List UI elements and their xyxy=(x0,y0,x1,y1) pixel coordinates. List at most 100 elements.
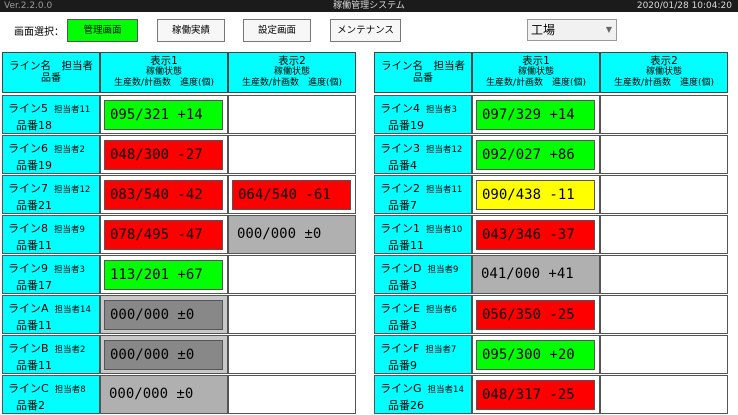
status-value: 064/540 -61 xyxy=(232,180,351,210)
display1-cell[interactable]: 113/201 +67 xyxy=(100,255,228,294)
manager-name: 担当者3 xyxy=(54,265,85,275)
line-name-row: ラインB 担当者2 xyxy=(8,340,85,356)
manager-name: 担当者2 xyxy=(54,345,86,355)
status-value: 092/027 +86 xyxy=(476,140,595,170)
display2-cell[interactable] xyxy=(600,135,728,174)
status-value: 048/300 -27 xyxy=(104,140,223,170)
line-name: ライン5 xyxy=(8,102,48,115)
header-name: ライン名 担当者 品番 xyxy=(2,52,100,93)
line-name-cell[interactable]: ラインE 担当者6 品番3 xyxy=(374,295,472,334)
header-display2-l1: 表示2 xyxy=(278,55,306,67)
display2-cell[interactable] xyxy=(600,295,728,334)
line-name-cell[interactable]: ライン1 担当者10 品番11 xyxy=(374,215,472,254)
line-name-cell[interactable]: ライン4 担当者3 品番19 xyxy=(374,95,472,134)
display2-cell[interactable] xyxy=(228,95,356,134)
display2-cell[interactable] xyxy=(228,295,356,334)
display2-cell[interactable] xyxy=(228,255,356,294)
display1-cell[interactable]: 048/300 -27 xyxy=(100,135,228,174)
status-value: 113/201 +67 xyxy=(104,260,223,290)
product-number: 品番11 xyxy=(16,359,52,372)
line-name-cell[interactable]: ラインC 担当者8 品番2 xyxy=(2,375,100,414)
manager-name: 担当者14 xyxy=(427,385,464,395)
line-name-cell[interactable]: ライン2 担当者11 品番7 xyxy=(374,175,472,214)
status-value: 000/000 ±0 xyxy=(104,300,223,330)
operation-results-button[interactable]: 稼働実績 xyxy=(157,19,225,42)
line-name-cell[interactable]: ライン9 担当者3 品番17 xyxy=(2,255,100,294)
line-name-row: ラインC 担当者8 xyxy=(8,380,86,396)
display2-cell[interactable] xyxy=(600,255,728,294)
line-name-cell[interactable]: ライン7 担当者12 品番21 xyxy=(2,175,100,214)
line-name-cell[interactable]: ラインA 担当者14 品番11 xyxy=(2,295,100,334)
display2-cell[interactable] xyxy=(600,215,728,254)
display2-cell[interactable] xyxy=(228,135,356,174)
header-display2: 表示2 稼働状態 生産数/計画数 進度(個) xyxy=(228,52,356,93)
display2-cell[interactable] xyxy=(600,175,728,214)
header-display1-l1: 表示1 xyxy=(522,55,550,67)
line-name: ラインG xyxy=(380,382,422,395)
factory-select[interactable]: 工場 ▼ xyxy=(527,19,617,41)
line-name-cell[interactable]: ラインB 担当者2 品番11 xyxy=(2,335,100,374)
product-number: 品番26 xyxy=(388,399,424,412)
display2-cell[interactable]: 064/540 -61 xyxy=(228,175,356,214)
line-name: ライン9 xyxy=(8,262,48,275)
display1-cell[interactable]: 041/000 +41 xyxy=(472,255,600,294)
display2-cell[interactable] xyxy=(600,375,728,414)
line-name: ライン7 xyxy=(8,182,48,195)
status-value: 095/300 +20 xyxy=(476,340,595,370)
product-number: 品番9 xyxy=(388,359,417,372)
window-title: 稼働管理システム xyxy=(333,1,405,11)
product-number: 品番3 xyxy=(388,319,417,332)
settings-screen-button[interactable]: 設定画面 xyxy=(243,19,311,42)
management-screen-button[interactable]: 管理画面 xyxy=(67,19,138,42)
display1-cell[interactable]: 097/329 +14 xyxy=(472,95,600,134)
status-value: 083/540 -42 xyxy=(104,180,223,210)
display1-cell[interactable]: 092/027 +86 xyxy=(472,135,600,174)
display1-cell[interactable]: 078/495 -47 xyxy=(100,215,228,254)
display1-cell[interactable]: 000/000 ±0 xyxy=(100,335,228,374)
line-name-cell[interactable]: ライン3 担当者12 品番4 xyxy=(374,135,472,174)
line-name-row: ラインA 担当者14 xyxy=(8,300,91,316)
line-name-row: ライン5 担当者11 xyxy=(8,100,90,116)
status-value: 095/321 +14 xyxy=(104,100,223,130)
line-name: ラインE xyxy=(380,302,420,315)
status-value: 078/495 -47 xyxy=(104,220,223,250)
display1-cell[interactable]: 048/317 -25 xyxy=(472,375,600,414)
maintenance-button[interactable]: メンテナンス xyxy=(330,19,401,42)
display2-cell[interactable]: 000/000 ±0 xyxy=(228,215,356,254)
line-name-row: ラインE 担当者6 xyxy=(380,300,457,316)
line-name-row: ラインF 担当者7 xyxy=(380,340,456,356)
display1-cell[interactable]: 043/346 -37 xyxy=(472,215,600,254)
manager-name: 担当者11 xyxy=(426,185,463,195)
display1-cell[interactable]: 083/540 -42 xyxy=(100,175,228,214)
line-name-cell[interactable]: ラインF 担当者7 品番9 xyxy=(374,335,472,374)
product-number: 品番21 xyxy=(16,199,52,212)
status-value: 000/000 ±0 xyxy=(237,226,322,242)
line-name-cell[interactable]: ライン5 担当者11 品番18 xyxy=(2,95,100,134)
display1-cell[interactable]: 095/300 +20 xyxy=(472,335,600,374)
header-display1-l2: 稼働状態 xyxy=(145,67,182,77)
line-name: ラインB xyxy=(8,342,49,355)
line-name-row: ライン1 担当者10 xyxy=(380,220,462,236)
display1-cell[interactable]: 056/350 -25 xyxy=(472,295,600,334)
display2-cell[interactable] xyxy=(228,375,356,414)
display1-cell[interactable]: 095/321 +14 xyxy=(100,95,228,134)
line-name-row: ライン7 担当者12 xyxy=(8,180,90,196)
line-name-cell[interactable]: ライン6 担当者2 品番19 xyxy=(2,135,100,174)
manager-name: 担当者6 xyxy=(425,305,457,315)
line-name: ライン1 xyxy=(380,222,420,235)
line-name-row: ライン3 担当者12 xyxy=(380,140,462,156)
line-name-cell[interactable]: ラインD 担当者9 品番3 xyxy=(374,255,472,294)
line-name-cell[interactable]: ラインG 担当者14 品番26 xyxy=(374,375,472,414)
display1-cell[interactable]: 000/000 ±0 xyxy=(100,295,228,334)
display2-cell[interactable] xyxy=(228,335,356,374)
line-name-cell[interactable]: ライン8 担当者9 品番11 xyxy=(2,215,100,254)
manager-name: 担当者11 xyxy=(54,105,91,115)
display2-cell[interactable] xyxy=(600,95,728,134)
status-value: 000/000 ±0 xyxy=(104,340,223,370)
line-name: ラインC xyxy=(8,382,49,395)
manager-name: 担当者12 xyxy=(426,145,463,155)
display2-cell[interactable] xyxy=(600,335,728,374)
screen-select-label: 画面選択： xyxy=(14,27,64,38)
display1-cell[interactable]: 000/000 ±0 xyxy=(100,375,228,414)
display1-cell[interactable]: 090/438 -11 xyxy=(472,175,600,214)
